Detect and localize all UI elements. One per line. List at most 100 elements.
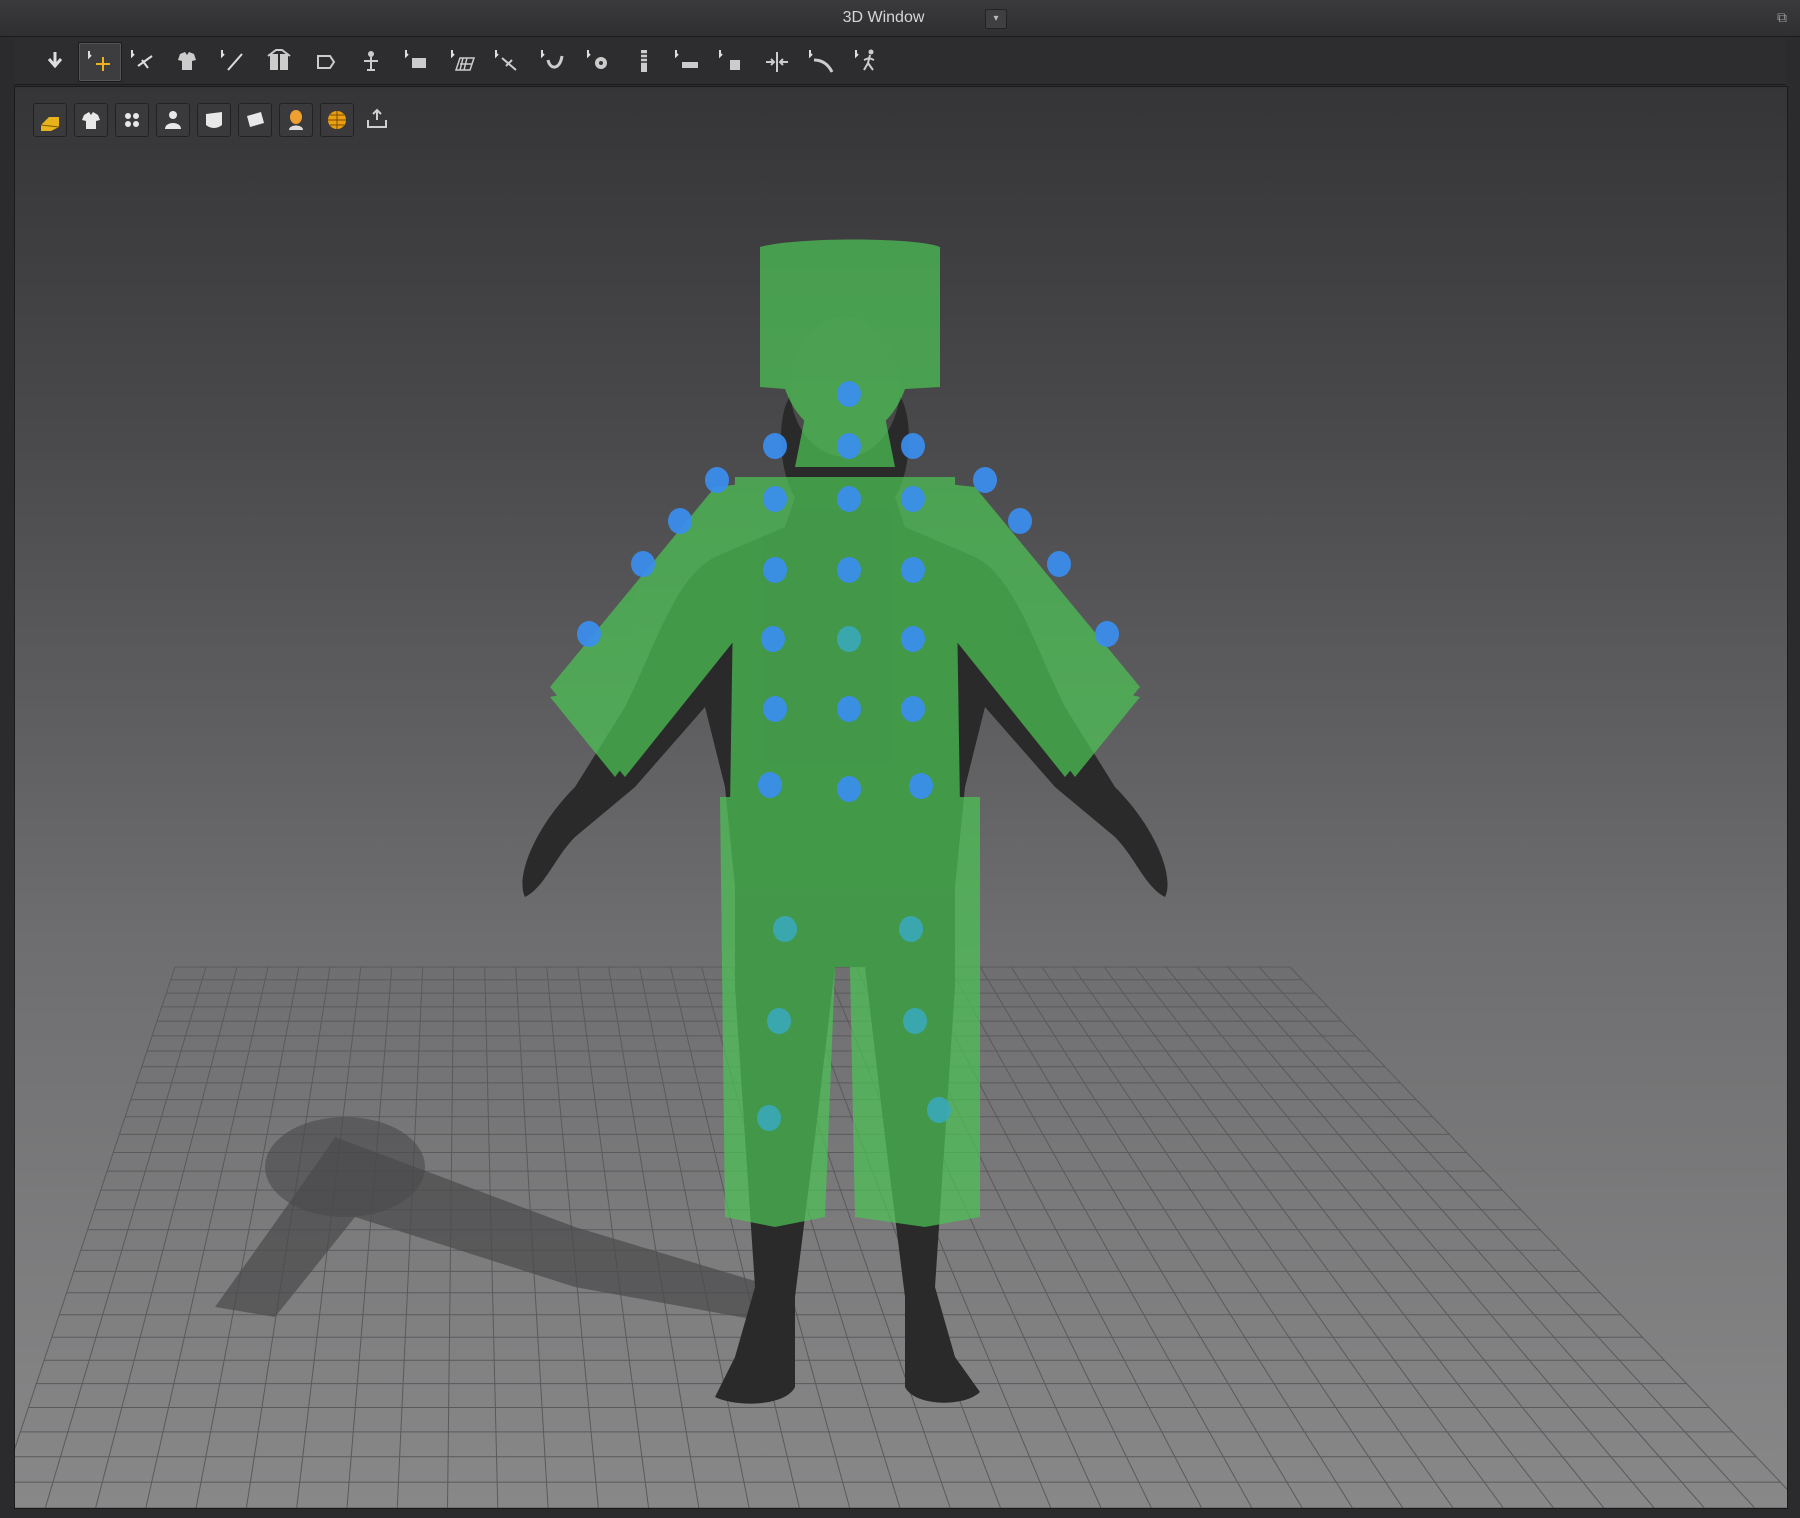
- view-tool-pattern-surface[interactable]: [238, 103, 272, 137]
- 3d-window: 3D Window ▾ ⧉: [0, 0, 1800, 1518]
- arrangement-point[interactable]: [909, 773, 933, 799]
- garment-display-icon: [82, 112, 100, 129]
- avatar-skin-icon: [289, 110, 303, 130]
- arrangement-point[interactable]: [773, 916, 797, 942]
- select-move-icon: [88, 51, 110, 71]
- mesh-grid-icon: [451, 50, 476, 71]
- arrangement-point[interactable]: [903, 1008, 927, 1034]
- tuck-icon: [541, 50, 564, 69]
- 3d-viewport[interactable]: [14, 86, 1788, 1509]
- arrangement-point[interactable]: [758, 772, 782, 798]
- grid-line: [346, 966, 393, 1508]
- fold-arrangement-icon: [267, 49, 291, 70]
- arrangement-points-icon: [125, 113, 139, 127]
- view-tool-texture-surface[interactable]: [197, 103, 231, 137]
- grid-line: [979, 966, 1303, 1508]
- arrangement-point[interactable]: [899, 916, 923, 942]
- arrangement-point[interactable]: [763, 696, 787, 722]
- tool-line[interactable]: [800, 42, 842, 80]
- arrangement-point[interactable]: [757, 1105, 781, 1131]
- tool-garment[interactable]: [166, 42, 208, 80]
- tool-edit-curvature[interactable]: [486, 42, 528, 80]
- view-tool-arrangement-points[interactable]: [115, 103, 149, 137]
- grid-line: [145, 966, 269, 1508]
- tool-pin[interactable]: [212, 42, 254, 80]
- tool-fold[interactable]: [304, 42, 346, 80]
- tool-select-move[interactable]: [78, 42, 122, 82]
- arrangement-point[interactable]: [1095, 621, 1119, 647]
- select-mesh-icon: [131, 50, 153, 69]
- garment-pants[interactable]: [720, 797, 980, 1227]
- arrangement-point[interactable]: [837, 486, 861, 512]
- grid-line: [608, 966, 700, 1508]
- arrangement-point[interactable]: [763, 486, 787, 512]
- avatar-body-icon: [165, 111, 181, 129]
- arrangement-point[interactable]: [705, 467, 729, 493]
- tool-zipper[interactable]: [622, 42, 664, 80]
- arrangement-point[interactable]: [973, 467, 997, 493]
- window-edge: [0, 38, 14, 1518]
- tool-measure[interactable]: [710, 42, 752, 80]
- arrangement-point[interactable]: [901, 433, 925, 459]
- grid-line: [44, 966, 207, 1508]
- export-icon: [367, 108, 387, 128]
- transform-pattern-icon: [405, 50, 426, 68]
- edit-curvature-icon: [495, 50, 517, 71]
- tool-select-mesh[interactable]: [122, 42, 164, 80]
- tool-arrangement[interactable]: [350, 42, 392, 80]
- arrangement-point[interactable]: [767, 1008, 791, 1034]
- measure-icon: [719, 50, 740, 70]
- arrangement-point[interactable]: [837, 433, 861, 459]
- tool-walk[interactable]: [846, 42, 888, 80]
- split-icon: [766, 52, 788, 72]
- view-tool-avatar-skin[interactable]: [279, 103, 313, 137]
- tool-transform-pattern[interactable]: [396, 42, 438, 80]
- tool-split[interactable]: [756, 42, 798, 80]
- title-bar[interactable]: 3D Window ▾ ⧉: [0, 0, 1800, 37]
- arrangement-point[interactable]: [763, 433, 787, 459]
- arrangement-point[interactable]: [901, 557, 925, 583]
- avatar-display-icon: [40, 117, 60, 131]
- grid-line: [1072, 966, 1454, 1508]
- arrangement-point[interactable]: [901, 486, 925, 512]
- arrangement-point[interactable]: [837, 557, 861, 583]
- arrangement-point[interactable]: [837, 381, 861, 407]
- tool-mesh-grid[interactable]: [442, 42, 484, 80]
- arrangement-point[interactable]: [761, 626, 785, 652]
- arrangement-point[interactable]: [763, 557, 787, 583]
- grid-line: [396, 966, 424, 1508]
- zipper-icon: [641, 50, 647, 72]
- arrangement-point[interactable]: [837, 626, 861, 652]
- pin-icon: [221, 50, 243, 71]
- texture-surface-icon: [206, 112, 222, 128]
- window-menu-dropdown[interactable]: ▾: [985, 9, 1007, 29]
- arrangement-point[interactable]: [631, 551, 655, 577]
- arrangement-point[interactable]: [1047, 551, 1071, 577]
- avatar-shadow: [215, 1117, 795, 1327]
- fold-icon: [317, 55, 336, 69]
- tool-tape[interactable]: [666, 42, 708, 80]
- view-tool-export[interactable]: [361, 103, 393, 135]
- arrangement-point[interactable]: [668, 508, 692, 534]
- tool-simulate[interactable]: [34, 42, 76, 80]
- arrangement-point[interactable]: [577, 621, 601, 647]
- arrangement-point[interactable]: [837, 776, 861, 802]
- tool-fold-arrangement[interactable]: [258, 42, 300, 80]
- tape-icon: [675, 50, 698, 68]
- arrangement-point[interactable]: [837, 696, 861, 722]
- grid-line: [1227, 966, 1705, 1508]
- view-tool-avatar-body[interactable]: [156, 103, 190, 137]
- view-tool-avatar-display[interactable]: [33, 103, 67, 137]
- arrangement-point[interactable]: [901, 626, 925, 652]
- view-tool-environment[interactable]: [320, 103, 354, 137]
- float-window-icon[interactable]: ⧉: [1774, 9, 1790, 25]
- arrangement-point[interactable]: [927, 1097, 951, 1123]
- view-tool-garment-display[interactable]: [74, 103, 108, 137]
- arrangement-point[interactable]: [901, 696, 925, 722]
- grid-line: [1103, 966, 1504, 1508]
- tool-tuck[interactable]: [532, 42, 574, 80]
- window-title: 3D Window: [842, 9, 925, 26]
- scene-canvas[interactable]: [15, 87, 1787, 1508]
- tool-button[interactable]: [578, 42, 620, 80]
- arrangement-point[interactable]: [1008, 508, 1032, 534]
